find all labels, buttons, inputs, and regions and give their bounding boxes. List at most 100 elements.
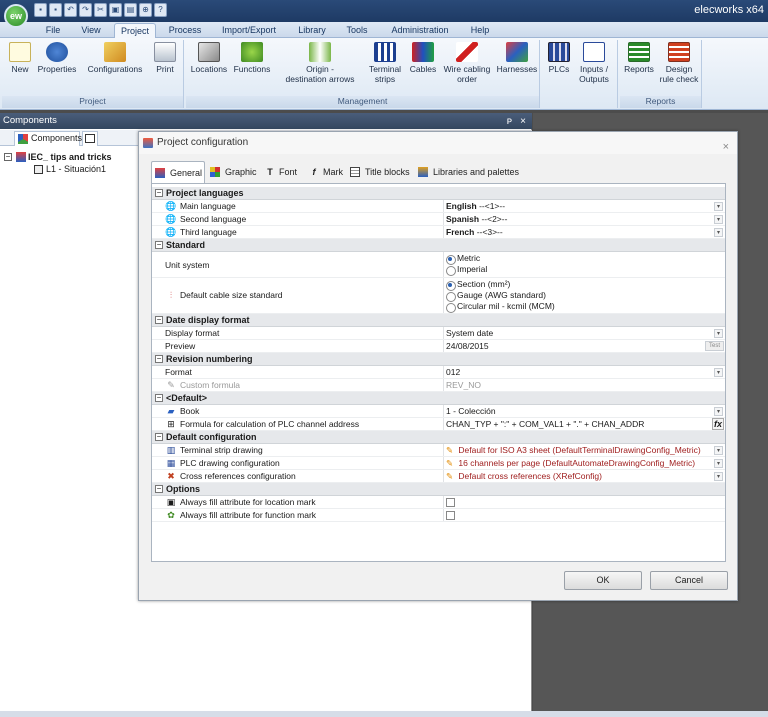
test-button[interactable]: Test	[705, 341, 724, 351]
section-revision-numbering[interactable]: − Revision numbering	[152, 353, 725, 366]
formula-editor-icon[interactable]: fx	[712, 418, 724, 430]
tab-import-export[interactable]: Import/Export	[214, 23, 284, 38]
functions-button[interactable]: Functions	[232, 42, 272, 74]
tab-graphic[interactable]: Graphic	[207, 161, 259, 183]
ok-button[interactable]: OK	[564, 571, 642, 590]
row-plc-drawing[interactable]: ▦ PLC drawing configuration ✎ 16 channels…	[152, 457, 725, 470]
dropdown-icon[interactable]: ▾	[714, 368, 723, 377]
row-main-language[interactable]: 🌐 Main language English --<1>-- ▾	[152, 200, 725, 213]
tab-view[interactable]: View	[74, 23, 108, 38]
section-default[interactable]: − <Default>	[152, 392, 725, 405]
row-terminal-strip-drawing[interactable]: ▥ Terminal strip drawing ✎ Default for IS…	[152, 444, 725, 457]
function-mark-checkbox[interactable]	[446, 511, 455, 520]
tab-process[interactable]: Process	[162, 23, 208, 38]
copy-icon[interactable]: ▣	[109, 3, 122, 17]
tab-libraries-palettes[interactable]: Libraries and palettes	[415, 161, 519, 183]
row-format[interactable]: Format 012 ▾	[152, 366, 725, 379]
tab-administration[interactable]: Administration	[384, 23, 456, 38]
new-button[interactable]: New	[6, 42, 34, 74]
cables-button[interactable]: Cables	[408, 42, 438, 74]
tab-tools[interactable]: Tools	[340, 23, 374, 38]
collapse-icon[interactable]: −	[155, 241, 163, 249]
tab-file[interactable]: File	[36, 23, 70, 38]
section-options[interactable]: − Options	[152, 483, 725, 496]
section-radio[interactable]: Section (mm²)	[446, 279, 713, 291]
collapse-icon[interactable]: −	[155, 485, 163, 493]
harnesses-button[interactable]: Harnesses	[496, 42, 538, 74]
pin-icon[interactable]: ᴘ	[507, 114, 512, 130]
row-book[interactable]: ▰ Book 1 - Colección ▾	[152, 405, 725, 418]
reports-button[interactable]: Reports	[622, 42, 656, 74]
help-icon[interactable]: ?	[154, 3, 167, 17]
configurations-button[interactable]: Configurations	[84, 42, 146, 74]
dropdown-icon[interactable]: ▾	[714, 329, 723, 338]
origin-destination-arrows-button[interactable]: Origin - destination arrows	[278, 42, 362, 84]
imperial-radio[interactable]: Imperial	[446, 264, 713, 276]
zoom-icon[interactable]: ⊕	[139, 3, 152, 17]
print-button[interactable]: Print	[150, 42, 180, 74]
undo-icon[interactable]: ↶	[64, 3, 77, 17]
collapse-icon[interactable]: −	[155, 433, 163, 441]
second-language-value[interactable]: Spanish --<2>--	[443, 213, 713, 225]
plcs-button[interactable]: PLCs	[546, 42, 572, 74]
dropdown-icon[interactable]: ▾	[714, 215, 723, 224]
section-standard[interactable]: − Standard	[152, 239, 725, 252]
main-language-value[interactable]: English --<1>--	[443, 200, 713, 212]
wire-cabling-order-button[interactable]: Wire cabling order	[440, 42, 494, 84]
cross-references-value[interactable]: ✎ Default cross references (XRefConfig)	[443, 470, 713, 482]
close-icon[interactable]: ×	[723, 136, 729, 158]
third-language-value[interactable]: French --<3>--	[443, 226, 713, 238]
tree-root[interactable]: − IEC_ tips and tricks	[4, 151, 112, 163]
cut-icon[interactable]: ✂	[94, 3, 107, 17]
dropdown-icon[interactable]: ▾	[714, 228, 723, 237]
tab-general[interactable]: General	[151, 161, 205, 183]
format-value[interactable]: 012	[443, 366, 713, 378]
row-display-format[interactable]: Display format System date ▾	[152, 327, 725, 340]
collapse-icon[interactable]: −	[155, 355, 163, 363]
row-second-language[interactable]: 🌐 Second language Spanish --<2>-- ▾	[152, 213, 725, 226]
gauge-radio[interactable]: Gauge (AWG standard)	[446, 290, 713, 302]
dropdown-icon[interactable]: ▾	[714, 472, 723, 481]
terminal-strip-value[interactable]: ✎ Default for ISO A3 sheet (DefaultTermi…	[443, 444, 713, 456]
tab-help[interactable]: Help	[464, 23, 496, 38]
circular-mil-radio[interactable]: Circular mil - kcmil (MCM)	[446, 301, 713, 313]
dropdown-icon[interactable]: ▾	[714, 407, 723, 416]
tab-mark[interactable]: f Mark	[305, 161, 345, 183]
save-icon[interactable]: ▪	[49, 3, 62, 17]
dropdown-icon[interactable]: ▾	[714, 202, 723, 211]
tab-library[interactable]: Library	[292, 23, 332, 38]
metric-radio[interactable]: Metric	[446, 253, 713, 265]
paste-icon[interactable]: ▤	[124, 3, 137, 17]
redo-icon[interactable]: ↷	[79, 3, 92, 17]
row-cross-references[interactable]: ✖ Cross references configuration ✎ Defaul…	[152, 470, 725, 483]
tab-documents[interactable]	[82, 131, 98, 146]
tab-title-blocks[interactable]: Title blocks	[347, 161, 411, 183]
plc-formula-value[interactable]: CHAN_TYP + ":" + COM_VAL1 + "." + CHAN_A…	[443, 418, 713, 430]
app-logo[interactable]: ew	[4, 4, 28, 28]
section-date-display-format[interactable]: − Date display format	[152, 314, 725, 327]
dropdown-icon[interactable]: ▾	[714, 459, 723, 468]
display-format-value[interactable]: System date	[443, 327, 713, 339]
cancel-button[interactable]: Cancel	[650, 571, 728, 590]
inputs-outputs-button[interactable]: Inputs / Outputs	[574, 42, 614, 84]
collapse-icon[interactable]: −	[155, 316, 163, 324]
section-project-languages[interactable]: − Project languages	[152, 187, 725, 200]
dropdown-icon[interactable]: ▾	[714, 446, 723, 455]
locations-button[interactable]: Locations	[188, 42, 230, 74]
properties-button[interactable]: Properties	[36, 42, 78, 74]
collapse-icon[interactable]: −	[155, 189, 163, 197]
tab-components[interactable]: Components	[14, 131, 82, 146]
collapse-icon[interactable]: −	[4, 153, 12, 161]
design-rule-check-button[interactable]: Design rule check	[658, 42, 700, 84]
section-default-configuration[interactable]: − Default configuration	[152, 431, 725, 444]
tab-font[interactable]: T Font	[261, 161, 301, 183]
tab-project[interactable]: Project	[114, 23, 156, 38]
book-value[interactable]: 1 - Colección	[443, 405, 713, 417]
location-mark-checkbox[interactable]	[446, 498, 455, 507]
plc-drawing-value[interactable]: ✎ 16 channels per page (DefaultAutomateD…	[443, 457, 713, 469]
collapse-icon[interactable]: −	[155, 394, 163, 402]
new-icon[interactable]: ▪	[34, 3, 47, 17]
terminal-strips-button[interactable]: Terminal strips	[366, 42, 404, 84]
close-icon[interactable]: ×	[520, 114, 526, 130]
row-plc-formula[interactable]: ⊞ Formula for calculation of PLC channel …	[152, 418, 725, 431]
